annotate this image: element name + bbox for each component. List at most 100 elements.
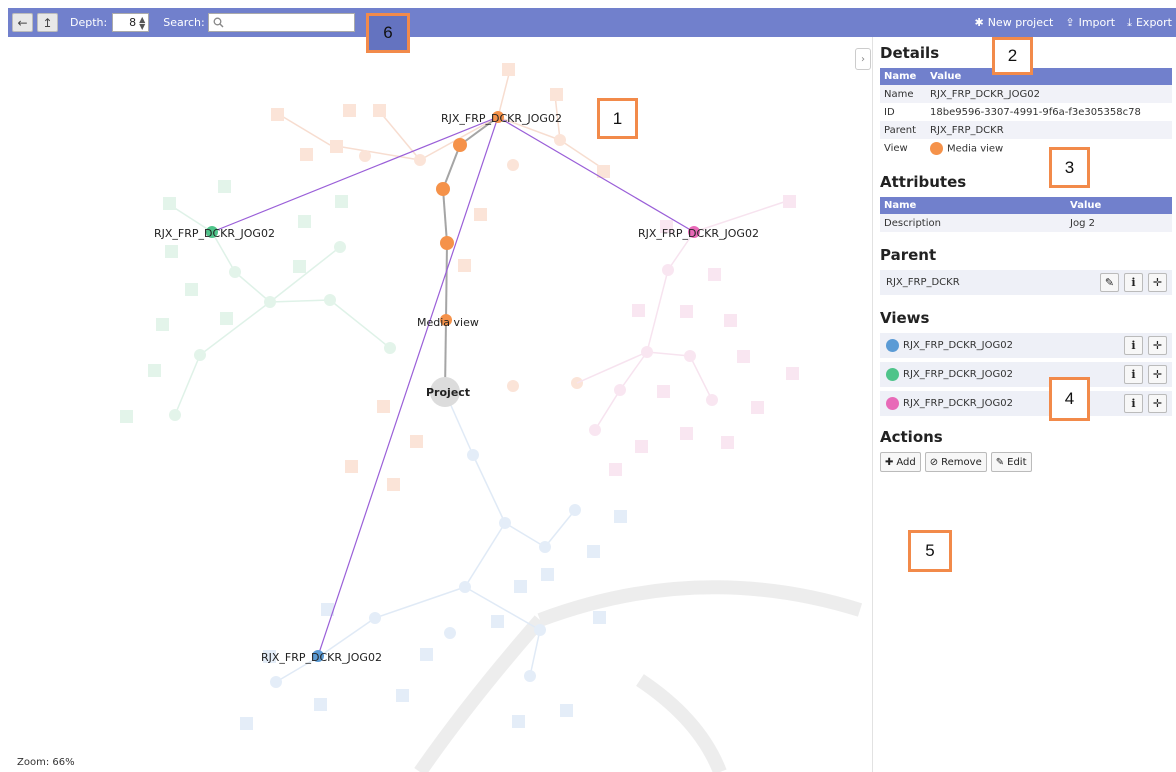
info-icon: i xyxy=(1131,276,1136,289)
view-info-button[interactable]: i xyxy=(1124,394,1143,413)
ban-icon: ⊘ xyxy=(929,456,939,468)
details-key: Name xyxy=(880,85,926,103)
actions-title: Actions xyxy=(880,428,943,446)
node-label-media-view: Media view xyxy=(417,316,479,329)
view-focus-button[interactable]: ✛ xyxy=(1148,394,1167,413)
depth-label: Depth: xyxy=(70,16,108,29)
view-name: RJX_FRP_DCKR_JOG02 xyxy=(903,398,1013,409)
new-project-button[interactable]: ✱ New project xyxy=(974,16,1053,29)
search-icon xyxy=(213,17,224,28)
pencil-icon: ✎ xyxy=(995,456,1005,468)
toolbar: ← ↥ Depth: 8 ▲ ▼ Search: ✱ New project ⇪ … xyxy=(8,8,1176,37)
views-title: Views xyxy=(880,309,930,327)
collapse-up-button[interactable]: ↥ xyxy=(37,13,58,32)
faint-nodes-blue xyxy=(240,449,627,730)
export-label: Export xyxy=(1135,16,1172,29)
graph-node[interactable] xyxy=(440,236,454,250)
parent-name: RJX_FRP_DCKR xyxy=(886,277,960,288)
view-row[interactable]: RJX_FRP_DCKR_JOG02 i ✛ xyxy=(880,333,1172,358)
graph-canvas[interactable]: RJX_FRP_DCKR_JOG02 RJX_FRP_DCKR_JOG02 RJ… xyxy=(0,37,872,772)
view-color-dot xyxy=(930,141,943,155)
view-color-dot-pink xyxy=(886,397,899,410)
attributes-table: Name Value Description Jog 2 xyxy=(880,197,1172,232)
view-info-button[interactable]: i xyxy=(1124,336,1143,355)
export-button[interactable]: ⤓ Export xyxy=(1127,16,1172,30)
table-row: View Media view xyxy=(880,139,1172,157)
details-view-name: Media view xyxy=(947,143,1004,154)
annotation-callout-2: 2 xyxy=(992,37,1033,75)
details-table: Name Value Name RJX_FRP_DCKR_JOG02 ID 18… xyxy=(880,68,1172,157)
details-value: 18be9596-3307-4991-9f6a-f3e305358c78 xyxy=(930,106,1141,118)
info-icon: i xyxy=(1131,397,1136,410)
arrow-up-bar-icon: ↥ xyxy=(42,15,53,30)
annotation-callout-3: 3 xyxy=(1049,147,1090,188)
view-info-button[interactable]: i xyxy=(1124,365,1143,384)
edit-button[interactable]: ✎ Edit xyxy=(990,452,1032,472)
crosshair-icon: ✛ xyxy=(1152,339,1163,352)
view-name: RJX_FRP_DCKR_JOG02 xyxy=(903,369,1013,380)
parent-focus-button[interactable]: ✛ xyxy=(1148,273,1167,292)
attribute-key: Description xyxy=(880,214,1066,232)
attributes-col-value: Value xyxy=(1066,197,1172,214)
table-row: ID 18be9596-3307-4991-9f6a-f3e305358c78 xyxy=(880,103,1172,121)
pencil-icon: ✎ xyxy=(1104,276,1115,289)
zoom-indicator: Zoom: 66% xyxy=(17,757,75,768)
node-label-bottom: RJX_FRP_DCKR_JOG02 xyxy=(261,651,382,664)
node-label-top: RJX_FRP_DCKR_JOG02 xyxy=(441,112,562,125)
parent-edit-button[interactable]: ✎ xyxy=(1100,273,1119,292)
details-value: RJX_FRP_DCKR xyxy=(926,121,1172,139)
actions-bar: ✚ Add ⊘ Remove ✎ Edit xyxy=(880,452,1172,472)
annotation-callout-6: 6 xyxy=(366,13,410,53)
view-row[interactable]: RJX_FRP_DCKR_JOG02 i ✛ xyxy=(880,362,1172,387)
add-button[interactable]: ✚ Add xyxy=(880,452,921,472)
crosshair-icon: ✛ xyxy=(1152,397,1163,410)
depth-value: 8 xyxy=(129,16,137,29)
edit-label: Edit xyxy=(1007,456,1027,468)
graph-svg xyxy=(120,63,863,772)
node-label-project: Project xyxy=(426,386,471,399)
arrow-left-icon: ← xyxy=(17,15,28,30)
annotation-callout-1: 1 xyxy=(597,98,638,139)
view-color-dot-green xyxy=(886,368,899,381)
details-key: Parent xyxy=(880,121,926,139)
remove-button[interactable]: ⊘ Remove xyxy=(924,452,987,472)
annotation-callout-5: 5 xyxy=(908,530,952,572)
view-name: RJX_FRP_DCKR_JOG02 xyxy=(903,340,1013,351)
view-color-dot-blue xyxy=(886,339,899,352)
info-icon: i xyxy=(1131,368,1136,381)
spinner-icon[interactable]: ▲ ▼ xyxy=(139,15,145,30)
side-panel: Details Name Value Name RJX_FRP_DCKR_JOG… xyxy=(880,44,1172,472)
plus-icon: ✚ xyxy=(885,456,894,468)
graph-node[interactable] xyxy=(453,138,467,152)
crosshair-icon: ✛ xyxy=(1152,368,1163,381)
watermark-decoration xyxy=(414,580,863,772)
table-row: Parent RJX_FRP_DCKR xyxy=(880,121,1172,139)
search-input[interactable] xyxy=(207,13,355,32)
depth-stepper[interactable]: 8 ▲ ▼ xyxy=(112,13,150,32)
view-row[interactable]: RJX_FRP_DCKR_JOG02 i ✛ xyxy=(880,391,1172,416)
attribute-value: Jog 2 xyxy=(1066,214,1172,232)
upload-icon: ⇪ xyxy=(1065,16,1075,29)
faint-nodes-green xyxy=(120,180,396,423)
import-label: Import xyxy=(1078,16,1116,29)
crosshair-icon: ✛ xyxy=(1152,276,1163,289)
table-row: Description Jog 2 xyxy=(880,214,1172,232)
graph-node[interactable] xyxy=(436,182,450,196)
details-col-value: Value xyxy=(926,68,1172,85)
import-button[interactable]: ⇪ Import xyxy=(1065,16,1115,29)
view-focus-button[interactable]: ✛ xyxy=(1148,365,1167,384)
back-button[interactable]: ← xyxy=(12,13,33,32)
node-label-left: RJX_FRP_DCKR_JOG02 xyxy=(154,227,275,240)
details-col-name: Name xyxy=(880,68,926,85)
view-focus-button[interactable]: ✛ xyxy=(1148,336,1167,355)
parent-info-button[interactable]: i xyxy=(1124,273,1143,292)
annotation-callout-4: 4 xyxy=(1049,377,1090,421)
attributes-title: Attributes xyxy=(880,173,967,191)
collapse-panel-button[interactable]: › xyxy=(855,48,871,70)
asterisk-icon: ✱ xyxy=(974,16,984,29)
parent-row[interactable]: RJX_FRP_DCKR ✎ i ✛ xyxy=(880,270,1172,295)
details-value: RJX_FRP_DCKR_JOG02 xyxy=(926,85,1172,103)
node-label-right: RJX_FRP_DCKR_JOG02 xyxy=(638,227,759,240)
search-label: Search: xyxy=(163,16,205,29)
info-icon: i xyxy=(1131,339,1136,352)
